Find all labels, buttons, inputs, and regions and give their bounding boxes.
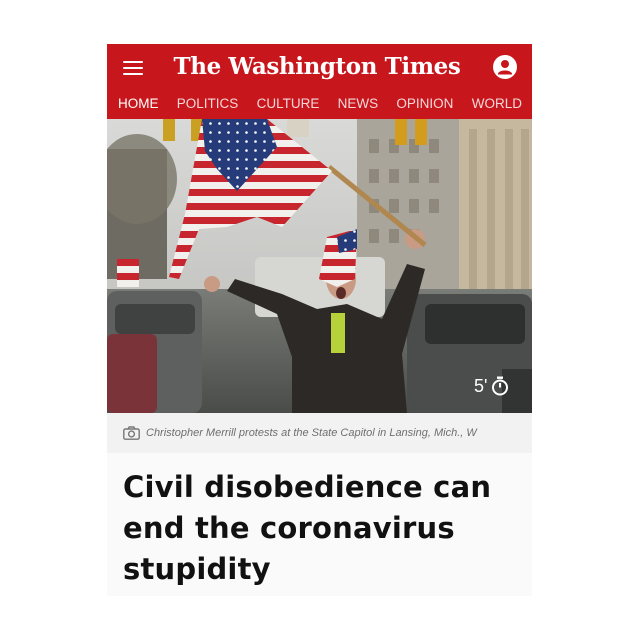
nav-item-politics[interactable]: POLITICS xyxy=(177,94,239,114)
article-card: The Washington Times HOME POLITICS CULTU… xyxy=(107,44,532,596)
video-duration[interactable]: 5' xyxy=(474,374,509,398)
photo-caption: Christopher Merrill protests at the Stat… xyxy=(107,413,532,453)
hamburger-menu-icon[interactable] xyxy=(121,56,145,80)
nav-item-culture[interactable]: CULTURE xyxy=(257,94,320,114)
hero-photo[interactable] xyxy=(107,119,532,413)
duration-label: 5' xyxy=(474,375,488,396)
site-header: The Washington Times HOME POLITICS CULTU… xyxy=(107,44,532,119)
nav-item-news[interactable]: NEWS xyxy=(338,94,379,114)
camera-icon xyxy=(123,426,140,440)
nav-item-world[interactable]: WORLD xyxy=(472,94,522,114)
nav-item-home[interactable]: HOME xyxy=(118,94,159,114)
site-logo[interactable]: The Washington Times xyxy=(162,49,472,85)
stopwatch-icon xyxy=(492,376,509,396)
user-account-icon[interactable] xyxy=(492,54,518,80)
section-nav: HOME POLITICS CULTURE NEWS OPINION WORLD xyxy=(107,94,532,114)
caption-text: Christopher Merrill protests at the Stat… xyxy=(146,427,477,439)
nav-item-opinion[interactable]: OPINION xyxy=(396,94,453,114)
headline-section: Civil disobedience can end the coronavir… xyxy=(107,453,532,596)
article-headline[interactable]: Civil disobedience can end the coronavir… xyxy=(123,467,518,590)
